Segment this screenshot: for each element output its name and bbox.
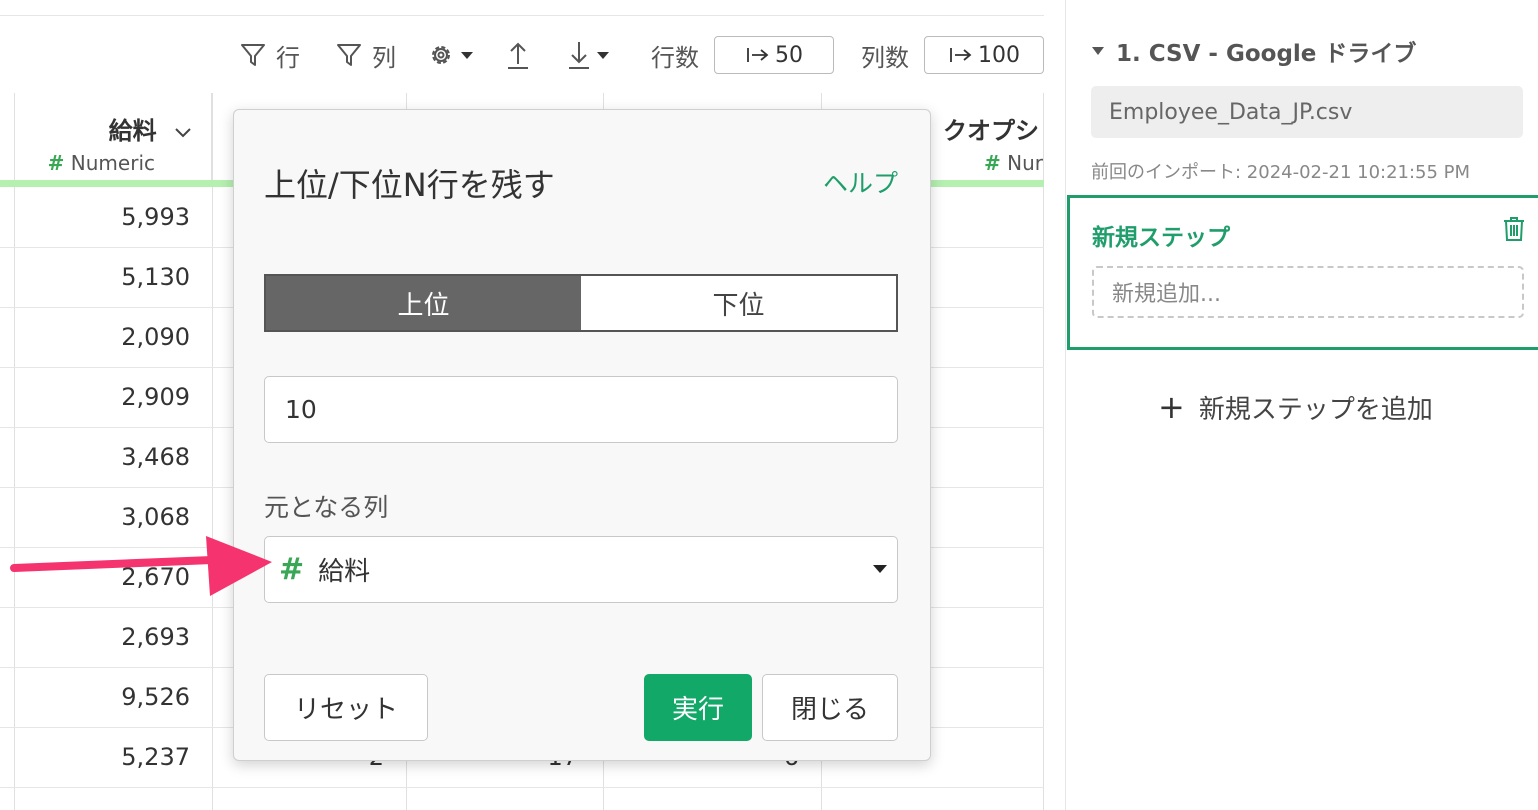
data-source-header[interactable]: 1. CSV - Google ドライブ <box>1092 34 1416 68</box>
cols-count-input[interactable]: 100 <box>924 36 1044 74</box>
sort-ascending-button[interactable] <box>506 34 530 76</box>
salary-cell[interactable]: 5,993 <box>14 203 190 231</box>
rows-count-label: 行数 <box>651 43 699 72</box>
top-option[interactable]: 上位 <box>266 276 581 330</box>
rows-count-value: 50 <box>775 42 803 68</box>
steps-panel: 1. CSV - Google ドライブ Employee_Data_JP.cs… <box>1065 0 1538 810</box>
column-header-salary[interactable]: 給料 # Numeric <box>14 93 212 180</box>
salary-cell[interactable]: 2,090 <box>14 323 190 351</box>
cols-count-value: 100 <box>978 42 1020 68</box>
row-filter-label: 行 <box>276 43 300 72</box>
column-type: # Numeric <box>48 151 155 175</box>
grid-line <box>1043 93 1044 810</box>
run-button[interactable]: 実行 <box>644 674 752 741</box>
salary-cell[interactable]: 2,909 <box>14 383 190 411</box>
arrow-down-icon <box>569 42 589 69</box>
gear-icon <box>432 46 450 64</box>
cols-count-label: 列数 <box>861 43 909 72</box>
salary-cell[interactable]: 9,526 <box>14 683 190 711</box>
caret-down-icon <box>873 565 887 573</box>
caret-down-icon <box>597 52 609 59</box>
reset-button[interactable]: リセット <box>264 674 428 741</box>
column-name: 給料 <box>109 111 193 146</box>
arrow-up-icon <box>508 42 528 69</box>
file-name: Employee_Data_JP.csv <box>1091 86 1523 138</box>
top-bottom-toggle: 上位 下位 <box>264 274 898 332</box>
rows-count-input[interactable]: 50 <box>714 36 834 74</box>
bottom-option[interactable]: 下位 <box>581 276 896 330</box>
new-step-title: 新規ステップ <box>1092 225 1230 251</box>
column-type-text: Nur <box>1007 151 1043 175</box>
plus-icon: + <box>1158 388 1185 426</box>
row-filter-button[interactable]: 行 <box>240 34 300 76</box>
add-step-label: 新規ステップを追加 <box>1198 394 1433 425</box>
help-link[interactable]: ヘルプ <box>823 164 898 200</box>
close-button[interactable]: 閉じる <box>762 674 898 741</box>
n-rows-input[interactable]: 10 <box>264 376 898 443</box>
arrow-to-right-icon <box>747 48 769 62</box>
col-filter-label: 列 <box>372 43 396 72</box>
top-n-dialog: 上位/下位N行を残す ヘルプ 上位 下位 10 元となる列 # 給料 リセット … <box>233 109 931 761</box>
top-divider <box>0 0 1044 16</box>
source-column-select[interactable]: # 給料 <box>264 536 898 603</box>
salary-cell[interactable]: 2,693 <box>14 623 190 651</box>
caret-down-icon <box>461 52 473 59</box>
col-filter-button[interactable]: 列 <box>336 34 396 76</box>
chevron-down-icon[interactable] <box>173 125 193 139</box>
arrow-to-right-icon <box>950 48 972 62</box>
new-step-card: 新規ステップ 新規追加... <box>1067 195 1538 350</box>
column-type: # Nur <box>984 151 1043 175</box>
numeric-hash-icon: # <box>984 151 1001 175</box>
column-type-text: Numeric <box>70 151 155 175</box>
numeric-hash-icon: # <box>47 151 65 175</box>
filter-icon <box>337 44 361 66</box>
add-step-button[interactable]: + 新規ステップを追加 <box>1158 388 1433 426</box>
numeric-hash-icon: # <box>279 552 305 587</box>
salary-cell[interactable]: 3,468 <box>14 443 190 471</box>
app-root: 行 列 行数 50 列数 100 給料 # Numeric クオプシ # Nur… <box>0 0 1538 810</box>
collapse-triangle-icon <box>1092 47 1104 55</box>
source-column-label: 元となる列 <box>264 493 389 522</box>
pointer-arrow-icon <box>10 536 272 596</box>
filter-icon <box>241 44 265 66</box>
new-step-input[interactable]: 新規追加... <box>1092 266 1524 318</box>
row-divider <box>0 787 1044 788</box>
settings-menu-button[interactable] <box>428 34 476 76</box>
trash-icon[interactable] <box>1503 216 1525 246</box>
column-name: クオプシ <box>943 117 1039 145</box>
column-name-text: 給料 <box>108 117 157 145</box>
data-source-title: 1. CSV - Google ドライブ <box>1116 41 1417 67</box>
source-column-value: 給料 <box>318 557 371 587</box>
salary-cell[interactable]: 5,130 <box>14 263 190 291</box>
salary-cell[interactable]: 5,237 <box>14 743 190 771</box>
last-import-time: 前回のインポート: 2024-02-21 10:21:55 PM <box>1091 162 1471 183</box>
sort-descending-button[interactable] <box>567 34 612 76</box>
toolbar: 行 列 行数 50 列数 100 <box>0 34 1044 76</box>
dialog-title: 上位/下位N行を残す <box>264 166 555 204</box>
grid-line <box>212 93 213 810</box>
